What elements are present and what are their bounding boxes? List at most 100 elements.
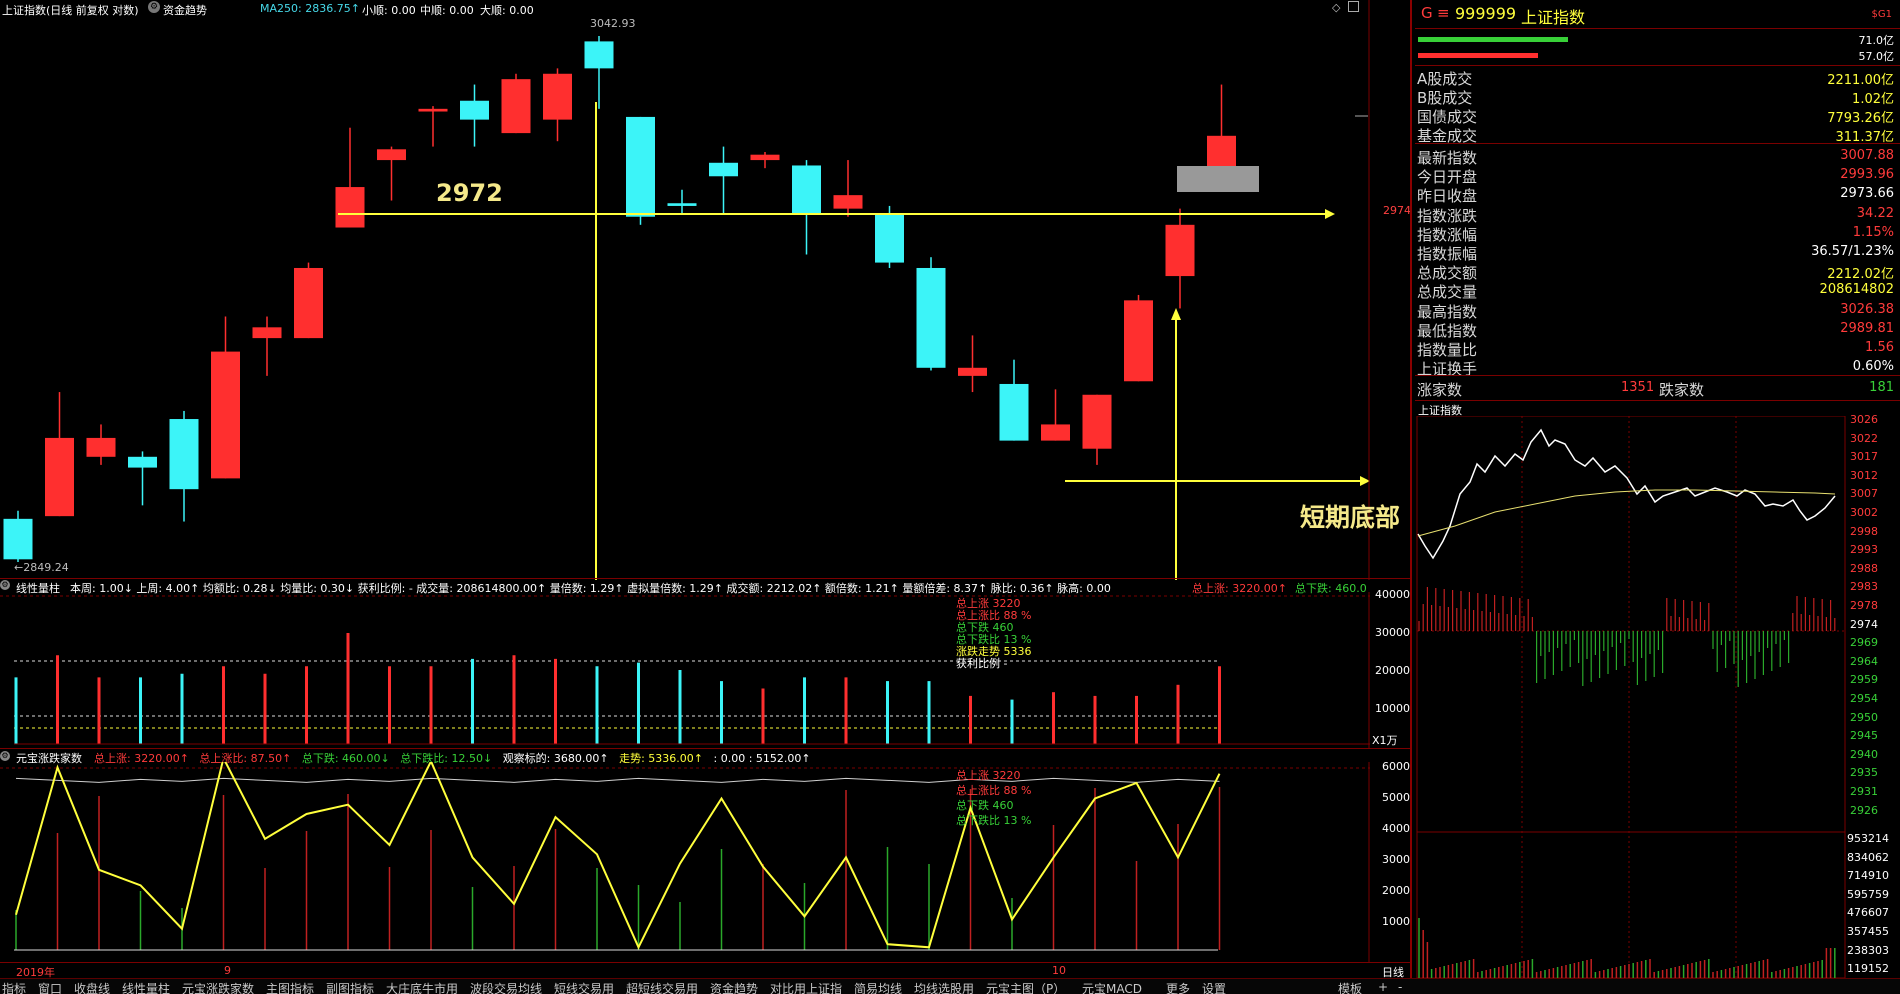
index-info-value: 2973.66 [1840, 186, 1894, 202]
price-axis-tick: 2974 [1850, 617, 1878, 631]
indicator-tab[interactable]: 资金趋势 [710, 980, 758, 994]
index-info-label: 上证换手 [1417, 360, 1478, 379]
candle-body [86, 437, 116, 457]
index-info-label: 最新指数 [1417, 149, 1478, 167]
candle-body [460, 100, 489, 120]
candle-body [501, 79, 531, 134]
indicator-tab[interactable]: 副图指标 [326, 980, 374, 994]
candle-body [1041, 424, 1070, 441]
index-info-value: 3007.88 [1840, 148, 1894, 163]
candle-body [335, 187, 365, 228]
ud-axis-6000: 6000 [1382, 760, 1410, 773]
menu-icon[interactable]: ≡ [1437, 4, 1450, 22]
index-info-value: 2993.96 [1840, 167, 1894, 183]
candlestick-chart[interactable] [0, 0, 1410, 580]
turnover-value: 1.02亿 [1852, 92, 1894, 107]
indicator-tab[interactable]: 简易均线 [854, 980, 902, 994]
indicator-tab[interactable]: - [1398, 980, 1402, 994]
indicator-tab[interactable]: 波段交易均线 [470, 980, 542, 994]
index-info-label: 今日开盘 [1417, 168, 1478, 187]
volume-legend: 总上涨 3220 总上涨比 88 % 总下跌 460 总下跌比 13 % 涨跌走… [956, 598, 1032, 670]
panel2-settings-icon[interactable]: ⚙ [0, 751, 10, 761]
indicator-tab[interactable]: 主图指标 [266, 980, 314, 994]
candle-body [294, 267, 323, 339]
indicator-tab[interactable]: 对比用上证指 [770, 980, 842, 994]
indicator-tab[interactable]: 均线选股用 [914, 980, 974, 994]
price-axis-tick: 2926 [1850, 803, 1878, 817]
candle-body [377, 149, 406, 161]
indicator-tab[interactable]: 元宝MACD [1082, 980, 1142, 994]
candle-body [750, 154, 780, 161]
intraday-chart[interactable] [1415, 416, 1900, 978]
indicator-tab[interactable]: 模板 [1338, 980, 1362, 994]
candle-body [584, 41, 614, 69]
indicator-tab[interactable]: 大庄底牛市用 [386, 980, 458, 994]
grey-marker-box [1177, 166, 1259, 192]
price-axis-tick: 3022 [1850, 431, 1878, 445]
badge-label: $G1 [1871, 9, 1892, 20]
volume-axis-tick: 595759 [1847, 887, 1889, 901]
volume-unit: X1万 [1372, 734, 1398, 747]
sell-bar-red [1418, 53, 1538, 58]
price-axis-tick: 2950 [1850, 710, 1878, 724]
short-term-bottom-label: 短期底部 [1300, 503, 1401, 532]
updown-legend: 总上涨 3220 总上涨比 88 % 总下跌 460 总下跌比 13 % [956, 768, 1031, 828]
candle-body [709, 162, 738, 177]
indicator-tab[interactable]: 更多 [1166, 980, 1190, 994]
candle-body [1165, 224, 1195, 277]
indicator-tab[interactable]: 元宝主图（P） [986, 980, 1065, 994]
indicator-tab[interactable]: 收盘线 [74, 980, 110, 994]
bar-value-1: 71.0亿 [1858, 34, 1895, 47]
candle-body [418, 108, 448, 112]
intraday-frame [1416, 416, 1846, 978]
volume-axis-tick: 953214 [1847, 832, 1889, 845]
indicator-tab[interactable]: 设置 [1202, 980, 1226, 994]
ud-axis-2000: 2000 [1382, 884, 1410, 897]
ud-legend-total-up: 总上涨 3220 [956, 769, 1021, 782]
price-axis-tick: 2945 [1850, 729, 1878, 743]
candle-body [667, 203, 697, 206]
ud-legend-total-up-ratio: 总上涨比 88 % [956, 784, 1032, 797]
up-count-value: 1351 [1621, 380, 1655, 395]
price-axis-tick: 2964 [1850, 654, 1878, 668]
volume-axis-tick: 714910 [1847, 869, 1889, 883]
indicator-tab[interactable]: 窗口 [38, 980, 62, 994]
down-count-label: 跌家数 [1659, 381, 1705, 399]
price-axis-tick: 2983 [1850, 580, 1878, 594]
index-info-value: 1.15% [1852, 224, 1894, 240]
volume-axis-30000: 30000 [1375, 626, 1410, 639]
candle-body [128, 456, 157, 468]
indicator-tab[interactable]: + [1378, 980, 1388, 994]
index-info-label: 指数涨跌 [1417, 206, 1478, 225]
volume-axis-10000: 10000 [1375, 702, 1410, 715]
level-2972-label: 2972 [436, 179, 503, 207]
index-info-value: 34.22 [1856, 205, 1894, 221]
ud-axis-5000: 5000 [1382, 791, 1410, 804]
high-price-label: 3042.93 [590, 17, 636, 30]
indicator-tab[interactable]: 指标 [2, 980, 26, 994]
candle-body [211, 351, 240, 479]
updown-chart[interactable] [0, 762, 1410, 962]
quote-side-panel: G ≡ 999999 上证指数 $G1 71.0亿 57.0亿 A股成交 2211… [1415, 0, 1900, 994]
price-axis-tick: 2988 [1850, 561, 1878, 575]
ud-legend-total-down-ratio: 总下跌比 13 % [956, 814, 1032, 827]
bar-value-2: 57.0亿 [1858, 50, 1895, 63]
candle-body [958, 367, 987, 376]
panel-settings-icon[interactable]: ⚙ [0, 580, 10, 590]
volume-axis-tick: 119152 [1847, 962, 1889, 976]
volume-chart[interactable] [0, 592, 1410, 748]
candle-body [45, 437, 74, 517]
index-info-label: 总成交额 [1417, 264, 1478, 283]
ud-legend-total-down: 总下跌 460 [956, 799, 1014, 812]
index-info-label: 最低指数 [1417, 321, 1478, 340]
price-axis-tick: 2993 [1850, 543, 1878, 557]
indicator-tab[interactable]: 线性量柱 [122, 980, 170, 994]
up-count-label: 涨家数 [1417, 381, 1463, 399]
intraday-price-line [1417, 428, 1836, 560]
indicator-tab[interactable]: 超短线交易用 [626, 980, 698, 994]
indicator-tab[interactable]: 短线交易用 [554, 980, 614, 994]
indicator-tab[interactable]: 元宝涨跌家数 [182, 980, 254, 994]
price-axis-tick: 3017 [1850, 450, 1878, 464]
volume-axis-20000: 20000 [1375, 664, 1410, 677]
index-info-value: 36.57/1.23% [1811, 244, 1894, 259]
